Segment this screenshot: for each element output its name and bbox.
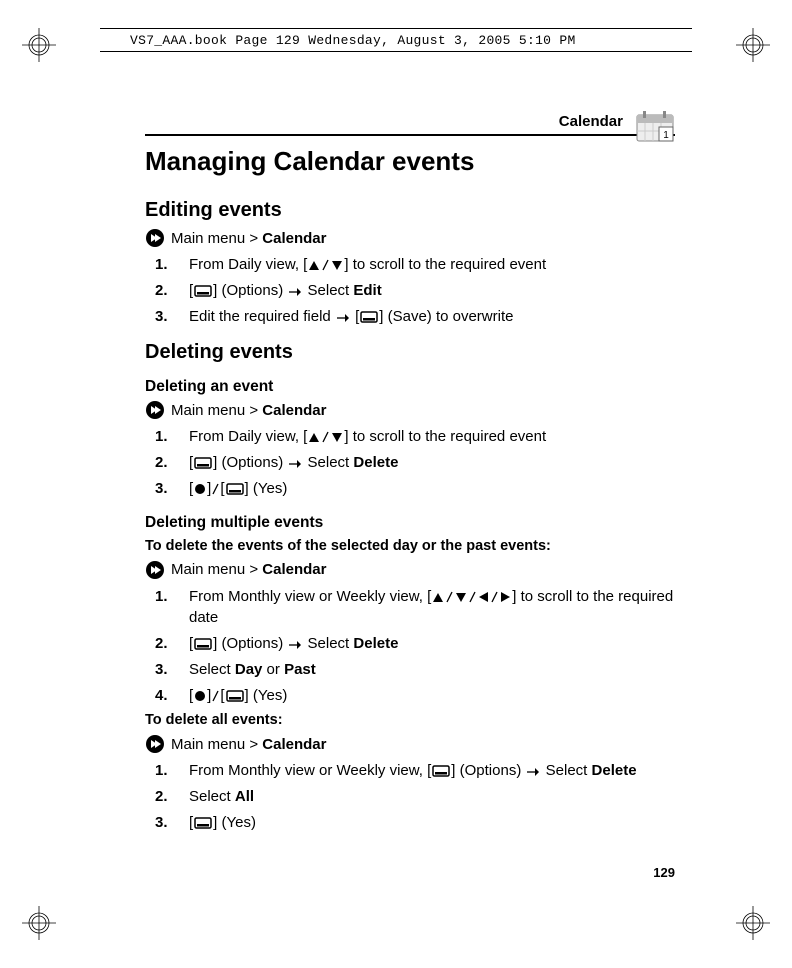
up-icon — [432, 592, 444, 603]
breadcrumb: Main menu > Calendar — [145, 734, 675, 754]
slash-icon — [212, 483, 219, 495]
up-icon — [308, 260, 320, 271]
crop-mark-icon — [736, 906, 770, 940]
crop-mark-icon — [736, 28, 770, 62]
arrow-right-icon — [288, 640, 302, 650]
page-number: 129 — [653, 865, 675, 880]
list-item: [] (Options) Select Delete — [155, 452, 675, 474]
softkey-icon — [226, 690, 244, 702]
slash-icon — [446, 591, 453, 603]
heading-deleting: Deleting events — [145, 341, 675, 364]
list-item: [] (Yes) — [155, 812, 675, 834]
heading-deleting-multi: Deleting multiple events — [145, 514, 675, 532]
page-content: Calendar 1 Managing Calendar events Edit… — [145, 110, 675, 838]
slash-icon — [212, 690, 219, 702]
list-item: From Daily view, [] to scroll to the req… — [155, 426, 675, 448]
section-label: Calendar — [559, 113, 623, 130]
down-icon — [331, 260, 343, 271]
list-item: Select Day or Past — [155, 659, 675, 681]
list-item: From Monthly view or Weekly view, [] to … — [155, 586, 675, 630]
breadcrumb-text: Main menu > Calendar — [171, 402, 327, 419]
softkey-icon — [194, 285, 212, 297]
breadcrumb-text: Main menu > Calendar — [171, 561, 327, 578]
crop-mark-icon — [22, 28, 56, 62]
breadcrumb: Main menu > Calendar — [145, 560, 675, 580]
slash-icon — [469, 591, 476, 603]
softkey-icon — [226, 483, 244, 495]
softkey-icon — [194, 638, 212, 650]
arrow-right-icon — [526, 767, 540, 777]
nav-arrow-icon — [145, 560, 165, 580]
list-item: [][] (Yes) — [155, 685, 675, 707]
heading-deleting-one: Deleting an event — [145, 378, 675, 396]
list-item: [] (Options) Select Delete — [155, 633, 675, 655]
nav-arrow-icon — [145, 734, 165, 754]
breadcrumb: Main menu > Calendar — [145, 228, 675, 248]
page-title: Managing Calendar events — [145, 146, 675, 177]
up-icon — [308, 432, 320, 443]
softkey-icon — [194, 817, 212, 829]
steps-deleting-multi: From Monthly view or Weekly view, [] to … — [145, 586, 675, 707]
heading-editing: Editing events — [145, 199, 675, 222]
breadcrumb: Main menu > Calendar — [145, 400, 675, 420]
center-key-icon — [194, 483, 206, 495]
breadcrumb-text: Main menu > Calendar — [171, 230, 327, 247]
softkey-icon — [360, 311, 378, 323]
nav-arrow-icon — [145, 400, 165, 420]
arrow-right-icon — [288, 287, 302, 297]
slash-icon — [322, 259, 329, 271]
softkey-icon — [432, 765, 450, 777]
list-item: [][] (Yes) — [155, 478, 675, 500]
slash-icon — [491, 591, 498, 603]
arrow-right-icon — [288, 459, 302, 469]
slash-icon — [322, 431, 329, 443]
calendar-icon: 1 — [635, 110, 675, 142]
steps-deleting-all: From Monthly view or Weekly view, [] (Op… — [145, 760, 675, 833]
softkey-icon — [194, 457, 212, 469]
center-key-icon — [194, 690, 206, 702]
steps-deleting-one: From Daily view, [] to scroll to the req… — [145, 426, 675, 499]
breadcrumb-text: Main menu > Calendar — [171, 736, 327, 753]
list-item: From Daily view, [] to scroll to the req… — [155, 254, 675, 276]
section-header: Calendar 1 — [145, 110, 675, 136]
document-header: VS7_AAA.book Page 129 Wednesday, August … — [100, 28, 692, 52]
steps-editing: From Daily view, [] to scroll to the req… — [145, 254, 675, 327]
svg-text:1: 1 — [663, 130, 669, 141]
crop-mark-icon — [22, 906, 56, 940]
lead-text: To delete the events of the selected day… — [145, 538, 675, 554]
down-icon — [455, 592, 467, 603]
left-icon — [478, 591, 489, 603]
arrow-right-icon — [336, 313, 350, 323]
lead-text: To delete all events: — [145, 712, 675, 728]
list-item: From Monthly view or Weekly view, [] (Op… — [155, 760, 675, 782]
down-icon — [331, 432, 343, 443]
list-item: Select All — [155, 786, 675, 808]
right-icon — [500, 591, 511, 603]
list-item: Edit the required field [] (Save) to ove… — [155, 306, 675, 328]
nav-arrow-icon — [145, 228, 165, 248]
document-header-text: VS7_AAA.book Page 129 Wednesday, August … — [130, 33, 576, 48]
list-item: [] (Options) Select Edit — [155, 280, 675, 302]
